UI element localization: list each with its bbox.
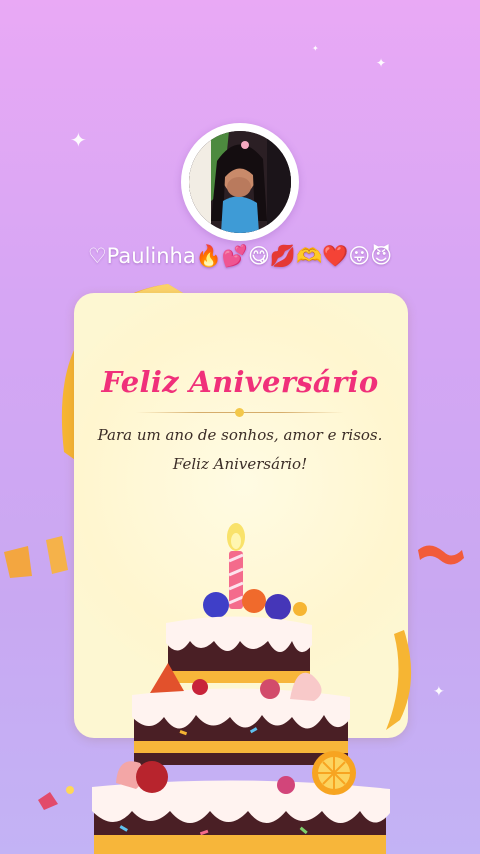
candle-icon [227, 523, 245, 609]
avatar-photo [189, 131, 291, 233]
sparkle-icon: ✦ [312, 44, 319, 53]
avatar-image [189, 131, 291, 233]
card-title: Feliz Aniversário [101, 365, 379, 399]
sparkle-icon: ✦ [70, 128, 87, 152]
divider-ornament [235, 408, 244, 417]
card-message-line2: Feliz Aniversário! [172, 455, 308, 473]
avatar[interactable] [181, 123, 299, 241]
card-message-line1: Para um ano de sonhos, amor e risos. [97, 426, 383, 444]
birthday-cake-icon [92, 523, 390, 854]
username: ♡Paulinha🔥💕😋💋🫶❤️😛😈 [87, 244, 393, 268]
sparkle-icon: ✦ [376, 56, 387, 70]
